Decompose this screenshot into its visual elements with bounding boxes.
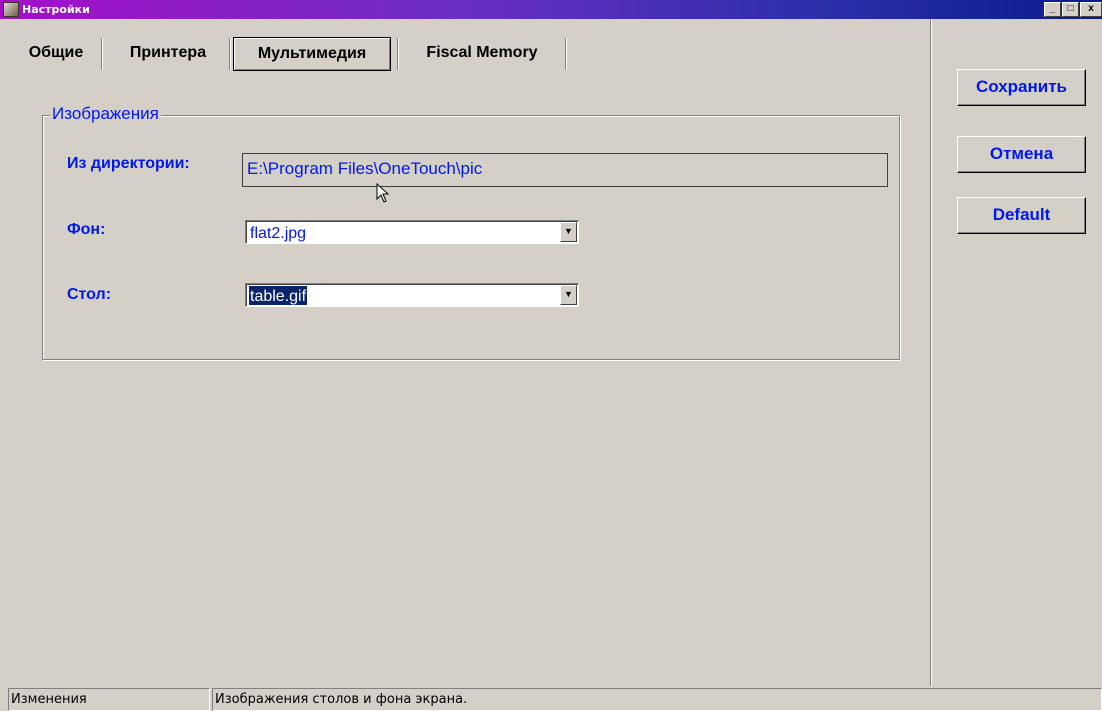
background-select-value: flat2.jpg bbox=[250, 225, 307, 242]
tab-printers[interactable]: Принтера bbox=[106, 36, 230, 69]
table-select-value: table.gif bbox=[249, 286, 308, 305]
tab-separator bbox=[101, 38, 103, 70]
default-button[interactable]: Default bbox=[957, 197, 1086, 234]
status-changes: Изменения bbox=[8, 688, 210, 711]
close-button[interactable]: x bbox=[1080, 2, 1102, 17]
tab-multimedia[interactable]: Мультимедия bbox=[233, 37, 391, 71]
chevron-down-icon[interactable]: ▼ bbox=[560, 222, 577, 242]
window-title: Настройки bbox=[22, 3, 90, 16]
save-button[interactable]: Сохранить bbox=[957, 69, 1086, 106]
tab-general[interactable]: Общие bbox=[12, 36, 100, 69]
table-select[interactable]: table.gif ▼ bbox=[245, 283, 579, 307]
table-label: Стол: bbox=[67, 286, 112, 303]
app-icon bbox=[3, 2, 19, 17]
directory-field[interactable]: E:\Program Files\OneTouch\pic bbox=[242, 153, 888, 187]
background-label: Фон: bbox=[67, 221, 106, 238]
status-description: Изображения столов и фона экрана. bbox=[212, 688, 1102, 711]
title-bar[interactable]: Настройки _ □ x bbox=[0, 0, 1102, 19]
tab-separator bbox=[397, 38, 399, 70]
cancel-button[interactable]: Отмена bbox=[957, 136, 1086, 173]
tab-separator bbox=[229, 38, 231, 70]
status-bar: Изменения Изображения столов и фона экра… bbox=[0, 686, 1102, 711]
chevron-down-icon[interactable]: ▼ bbox=[560, 285, 577, 305]
panel-divider bbox=[930, 19, 932, 686]
settings-window: Настройки _ □ x Общие Принтера Мультимед… bbox=[0, 0, 1102, 711]
tab-fiscal-memory[interactable]: Fiscal Memory bbox=[402, 36, 562, 69]
mouse-cursor-icon bbox=[376, 183, 390, 203]
images-group-title: Изображения bbox=[50, 103, 161, 125]
minimize-button[interactable]: _ bbox=[1044, 2, 1061, 17]
tab-separator bbox=[565, 38, 567, 70]
directory-label: Из директории: bbox=[67, 155, 190, 172]
background-select[interactable]: flat2.jpg ▼ bbox=[245, 220, 579, 244]
maximize-button[interactable]: □ bbox=[1062, 2, 1079, 17]
